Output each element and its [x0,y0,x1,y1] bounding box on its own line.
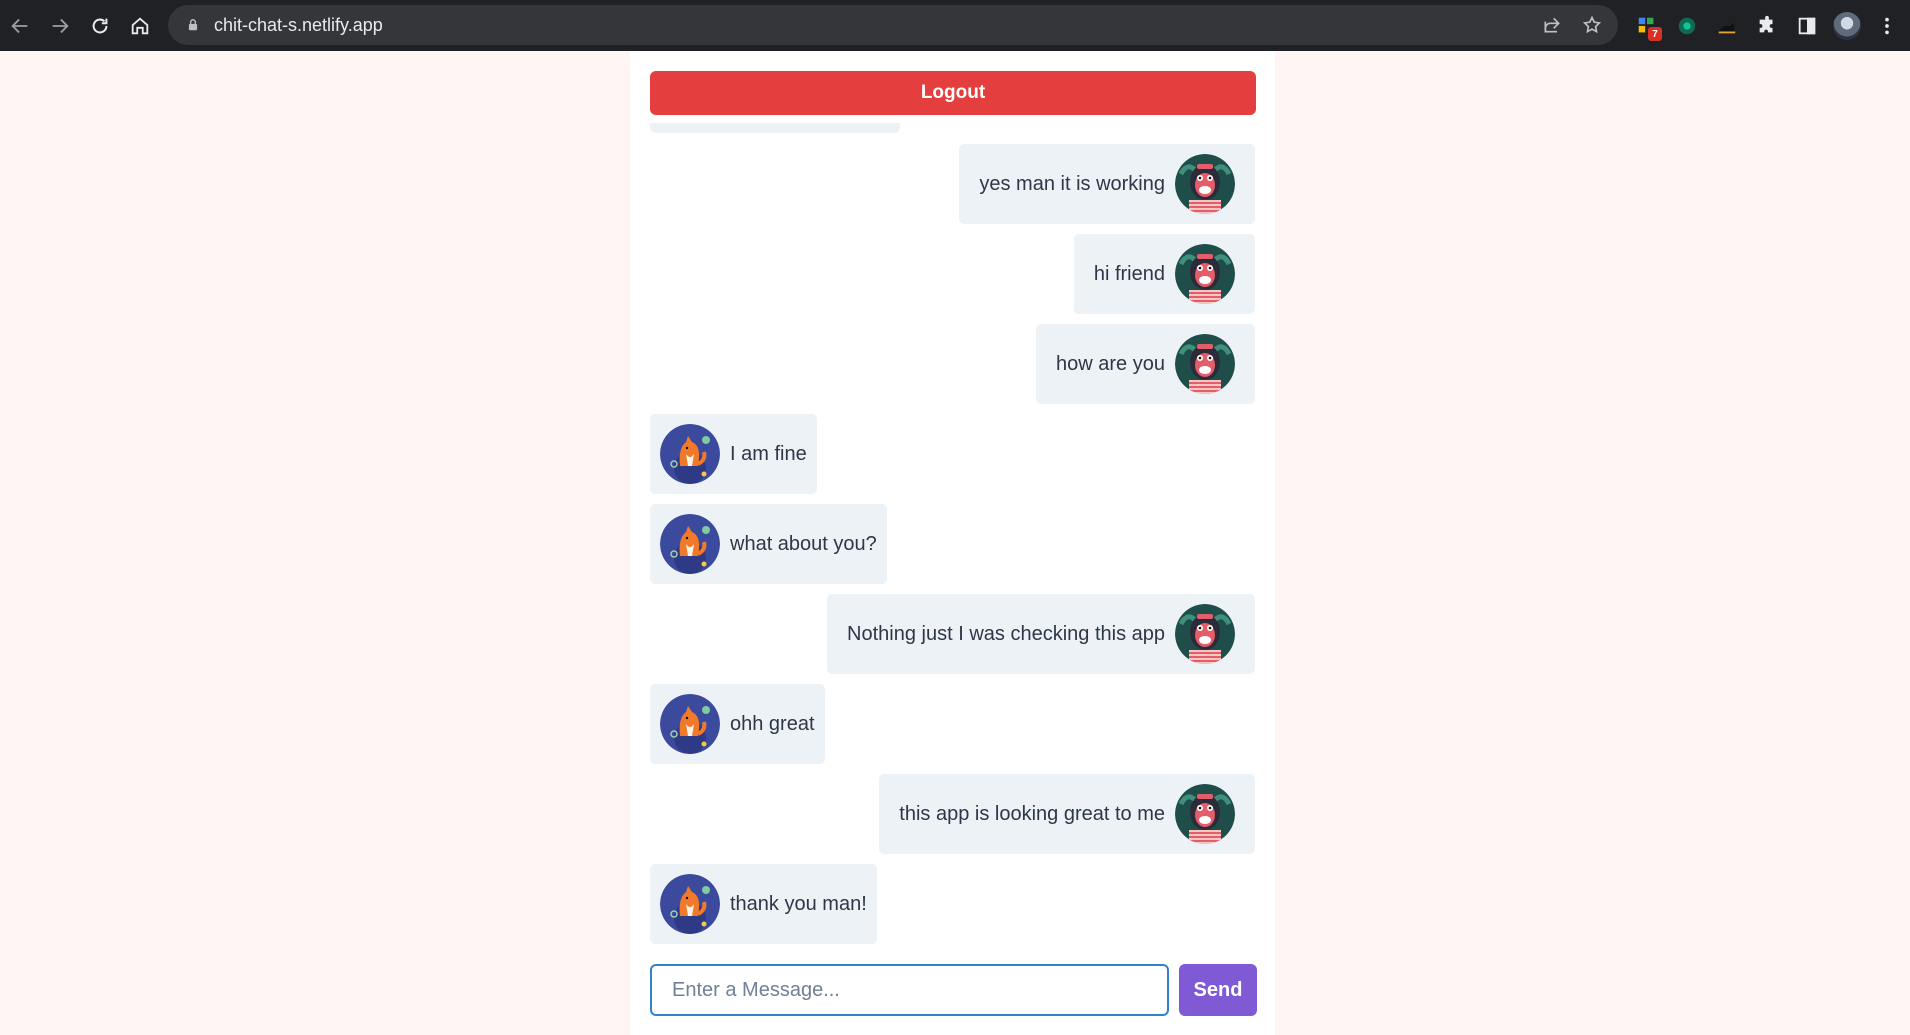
chat-app: Logout yes man it is working hi friend h… [630,51,1275,1035]
logout-button[interactable]: Logout [650,71,1256,115]
monkey-avatar [1175,154,1235,214]
menu-icon[interactable] [1870,9,1904,43]
message-bubble: hi friend [1073,234,1255,314]
back-icon[interactable] [0,6,40,46]
message-text: I am fine [730,442,807,465]
extensions-icon[interactable] [1750,9,1784,43]
browser-toolbar: chit-chat-s.netlify.app 7 [0,0,1910,51]
message-bubble: yes man it is working [959,144,1255,224]
profile-avatar[interactable] [1830,9,1864,43]
message-bubble: thank you man! [650,864,877,944]
previous-message-edge [650,123,900,133]
side-panel-icon[interactable] [1790,9,1824,43]
star-icon[interactable] [1576,9,1608,41]
address-bar[interactable]: chit-chat-s.netlify.app [168,5,1618,45]
message-bubble: how are you [1036,324,1255,404]
message-text: what about you? [730,532,877,555]
message-text: how are you [1056,352,1165,375]
extension-icon[interactable]: 7 [1630,9,1664,43]
send-button[interactable]: Send [1179,964,1257,1016]
reload-icon[interactable] [80,6,120,46]
home-icon[interactable] [120,6,160,46]
message-bubble: I am fine [650,414,817,494]
fox-avatar [660,694,720,754]
message-input[interactable] [650,964,1169,1016]
message-composer: Send [650,964,1257,1016]
message-bubble: what about you? [650,504,887,584]
fox-avatar [660,874,720,934]
monkey-avatar [1175,784,1235,844]
message-text: Nothing just I was checking this app [847,622,1165,645]
message-text: thank you man! [730,892,867,915]
monkey-avatar [1175,334,1235,394]
fox-avatar [660,514,720,574]
message-text: this app is looking great to me [899,802,1165,825]
message-text: hi friend [1093,262,1165,285]
message-bubble: ohh great [650,684,825,764]
lock-icon [186,18,200,32]
url-text[interactable]: chit-chat-s.netlify.app [214,15,383,36]
message-bubble: this app is looking great to me [879,774,1255,854]
grammar-extension-icon[interactable] [1670,9,1704,43]
monkey-avatar [1175,244,1235,304]
monkey-avatar [1175,604,1235,664]
extension-badge: 7 [1648,27,1662,41]
message-text: yes man it is working [979,172,1165,195]
cat-extension-icon[interactable] [1710,9,1744,43]
message-bubble: Nothing just I was checking this app [827,594,1255,674]
forward-icon[interactable] [40,6,80,46]
message-text: ohh great [730,712,815,735]
share-icon[interactable] [1536,9,1568,41]
fox-avatar [660,424,720,484]
